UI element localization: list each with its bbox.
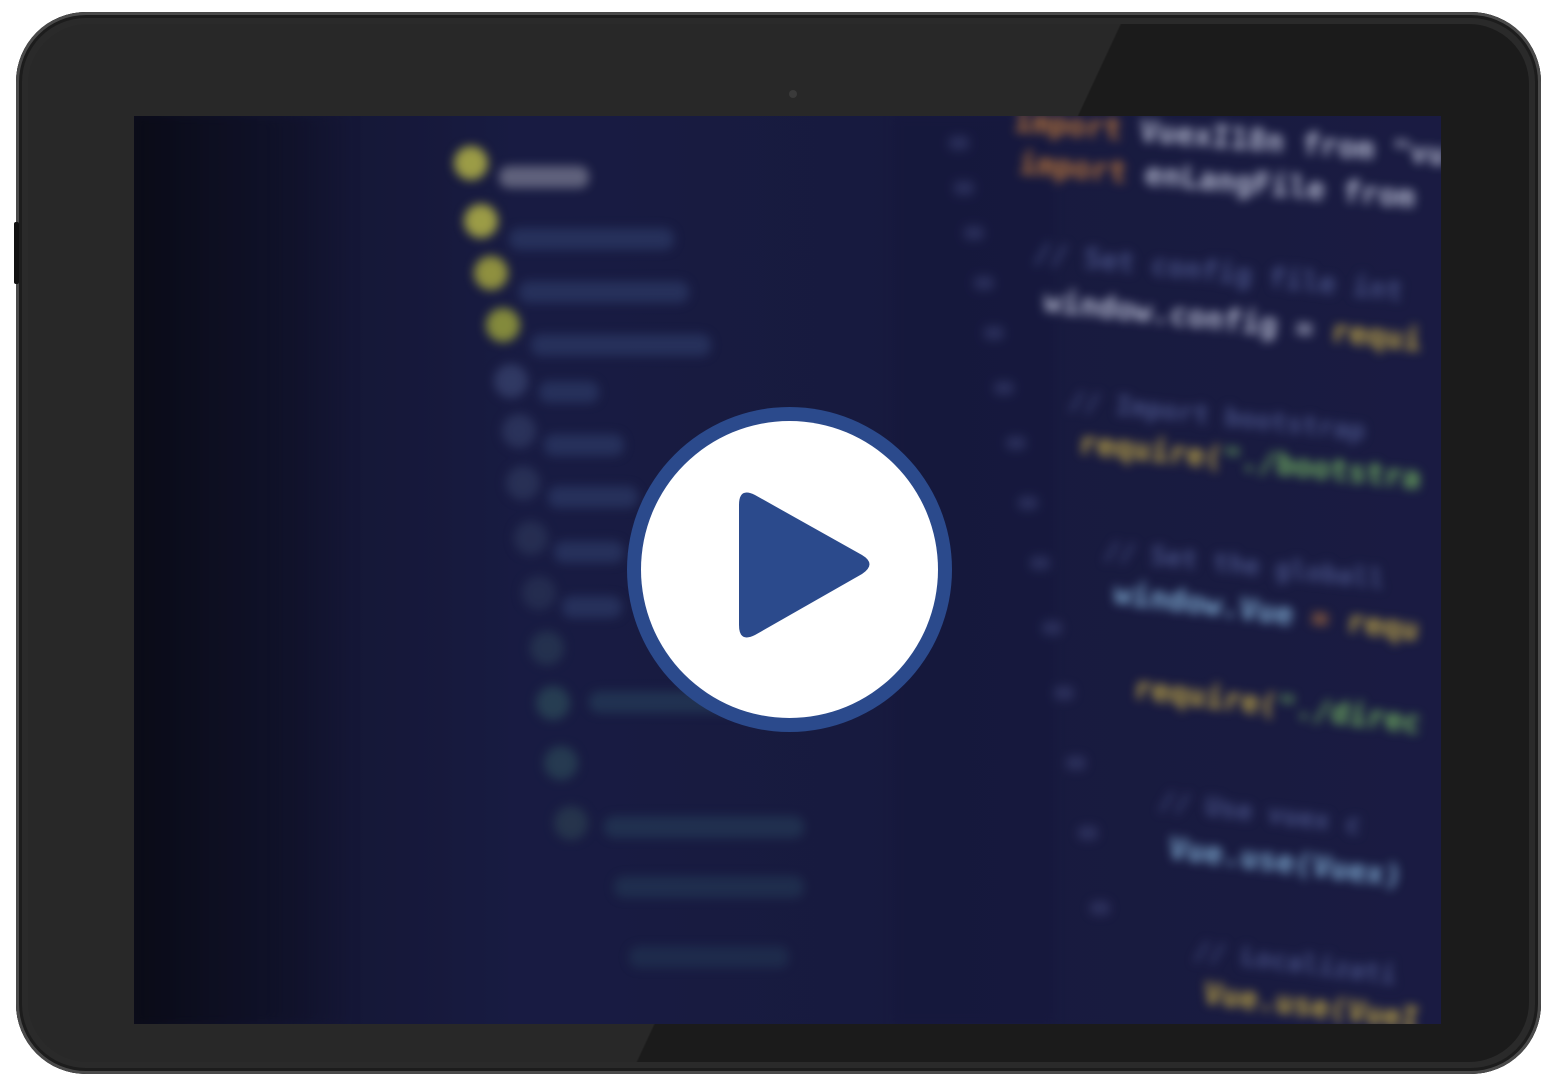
tablet-side-button xyxy=(14,222,19,284)
front-camera xyxy=(789,90,797,98)
play-button[interactable] xyxy=(627,407,952,732)
play-icon xyxy=(739,492,870,638)
video-screen[interactable]: import VuexI18n from "vu import enLangFil… xyxy=(134,116,1441,1024)
